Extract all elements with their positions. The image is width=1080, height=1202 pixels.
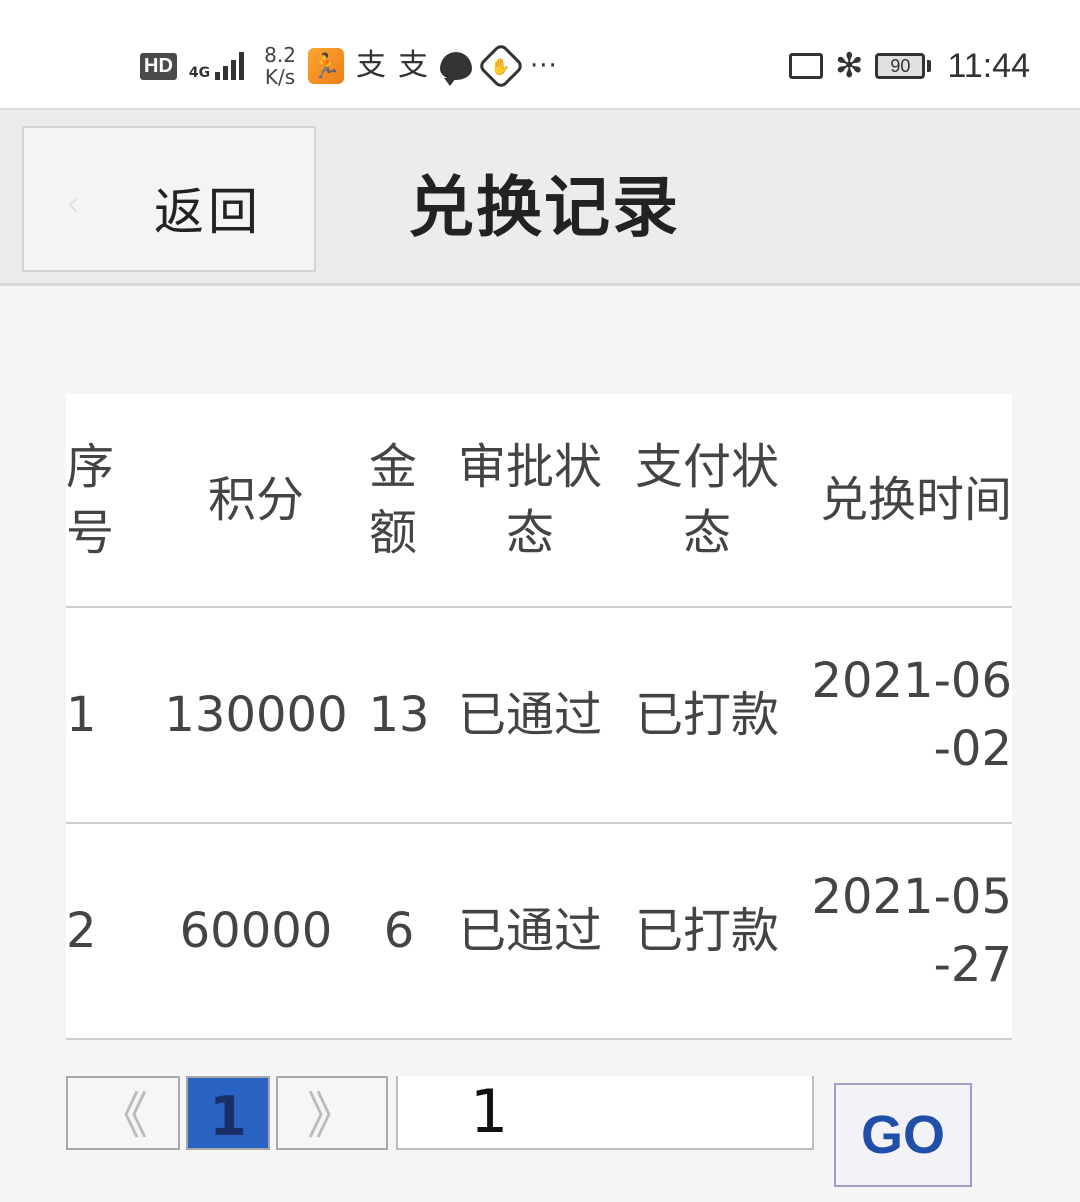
alipay-icon: 支 — [355, 48, 386, 83]
back-button[interactable]: ‹ 返回 — [22, 126, 316, 272]
more-icon: ··· — [529, 51, 558, 81]
go-button[interactable]: GO — [834, 1083, 972, 1187]
column-header-amount: 金额 — [356, 394, 442, 608]
cell-exchange-time: 2021-06-02 — [796, 607, 1012, 824]
cell-points: 60000 — [156, 823, 356, 1040]
table-header: 序号 积分 金额 审批状态 支付状态 兑换时间 — [66, 394, 1012, 608]
cell-payment-status: 已打款 — [618, 607, 796, 824]
column-header-seq: 序号 — [66, 394, 156, 608]
next-page-button[interactable]: 》 — [276, 1076, 388, 1150]
column-header-time: 兑换时间 — [796, 394, 1012, 608]
cell-exchange-time: 2021-05-27 — [796, 823, 1012, 1040]
page-number-button[interactable]: 1 — [186, 1076, 270, 1150]
table-row: 1 130000 13 已通过 已打款 2021-06-02 — [66, 607, 1012, 824]
back-button-label: 返回 — [154, 183, 262, 241]
page-jump-input[interactable] — [396, 1076, 814, 1150]
cell-points: 130000 — [156, 607, 356, 824]
running-app-icon: 🏃 — [307, 48, 344, 84]
chevron-left-icon: ‹ — [66, 184, 80, 224]
battery-icon: 90 — [875, 53, 932, 79]
cell-seq: 2 — [66, 823, 156, 1040]
signal-icon: 4G — [188, 52, 245, 81]
cell-approval-status: 已通过 — [442, 607, 618, 824]
chat-icon — [439, 52, 472, 86]
clock: 11:44 — [947, 46, 1030, 85]
app-header: ‹ 返回 兑换记录 — [0, 108, 1080, 286]
cell-amount: 13 — [356, 607, 442, 824]
battery-level: 90 — [875, 53, 926, 79]
page-title: 兑换记录 — [408, 169, 680, 246]
cell-amount: 6 — [356, 823, 442, 1040]
net-speed: 8.2 K/s — [264, 44, 296, 88]
cast-icon — [788, 53, 823, 79]
status-bar: HD 4G 8.2 K/s 🏃 支 支 ✋ ··· ✻ 90 11:44 — [0, 0, 1080, 108]
status-bar-right: ✻ 90 11:44 — [788, 38, 1030, 94]
network-type-label: 4G — [188, 65, 211, 81]
hand-icon: ✋ — [476, 41, 525, 91]
net-speed-value: 8.2 — [264, 43, 296, 67]
net-speed-unit: K/s — [264, 65, 296, 89]
table-body: 1 130000 13 已通过 已打款 2021-06-02 2 60000 6… — [66, 607, 1012, 1040]
hd-icon: HD — [140, 52, 177, 80]
cell-approval-status: 已通过 — [442, 823, 618, 1040]
cell-payment-status: 已打款 — [618, 823, 796, 1040]
cell-seq: 1 — [66, 607, 156, 824]
exchange-records-table: 序号 积分 金额 审批状态 支付状态 兑换时间 1 130000 13 已通过 … — [66, 394, 1012, 1040]
column-header-approval: 审批状态 — [442, 394, 618, 608]
bluetooth-icon: ✻ — [834, 46, 864, 86]
pagination: 《 1 》 GO — [66, 1076, 1026, 1187]
alipay-icon: 支 — [397, 48, 428, 83]
status-bar-left: HD 4G 8.2 K/s 🏃 支 支 ✋ ··· — [140, 38, 558, 94]
column-header-payment: 支付状态 — [618, 394, 796, 608]
table-header-row: 序号 积分 金额 审批状态 支付状态 兑换时间 — [66, 394, 1012, 608]
column-header-points: 积分 — [156, 394, 356, 608]
table-row: 2 60000 6 已通过 已打款 2021-05-27 — [66, 823, 1012, 1040]
prev-page-button[interactable]: 《 — [66, 1076, 180, 1150]
